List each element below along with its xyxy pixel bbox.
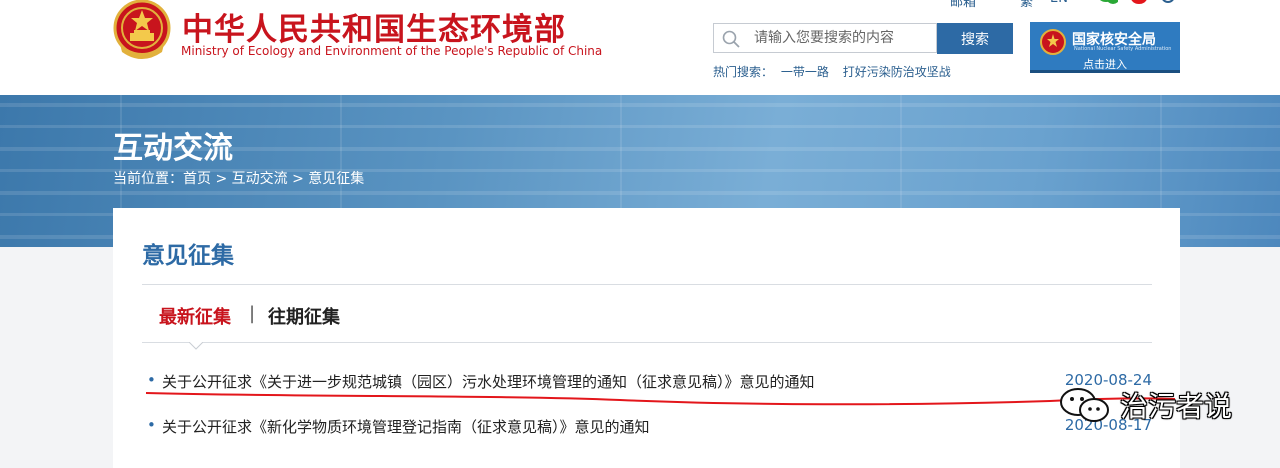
section-title: 意见征集 — [142, 243, 234, 269]
search-button[interactable]: 搜索 — [937, 23, 1013, 54]
item-title[interactable]: 关于公开征求《新化学物质环境管理登记指南（征求意见稿）》意见的通知 — [162, 416, 650, 437]
search-input[interactable] — [754, 27, 932, 49]
wechat-icon[interactable] — [1098, 0, 1119, 9]
hot-search-item[interactable]: 一带一路 — [781, 65, 829, 79]
national-emblem-icon — [1040, 29, 1066, 55]
hot-searches: 热门搜索： 一带一路 打好污染防治攻坚战 — [713, 63, 961, 80]
list-item[interactable]: • 关于公开征求《关于进一步规范城镇（园区）污水处理环境管理的通知（征求意见稿）… — [147, 371, 1152, 395]
hot-search-label: 热门搜索： — [713, 65, 774, 79]
search-box — [713, 23, 937, 53]
tab-separator: | — [249, 303, 256, 324]
nuclear-safety-enter: 点击进入 — [1083, 58, 1127, 71]
watermark-text: 治污者说 — [1120, 390, 1233, 423]
hot-search-item[interactable]: 打好污染防治攻坚战 — [843, 65, 951, 79]
site-header: 中华人民共和国生态环境部 Ministry of Ecology and Env… — [0, 0, 1280, 95]
divider — [142, 284, 1152, 285]
weibo-icon[interactable] — [1130, 0, 1148, 9]
nuclear-safety-banner-link[interactable]: 国家核安全局 National Nuclear Safety Administr… — [1030, 22, 1180, 73]
search-top-icon[interactable] — [1160, 0, 1178, 9]
search-icon — [722, 30, 740, 48]
list-item[interactable]: • 关于公开征求《新化学物质环境管理登记指南（征求意见稿）》意见的通知 2020… — [147, 416, 1152, 440]
tab-pointer-icon — [189, 342, 203, 350]
page-title: 互动交流 — [113, 131, 233, 166]
site-title-english: Ministry of Ecology and Environment of t… — [181, 44, 603, 58]
tab-underline — [142, 342, 1152, 343]
traditional-chinese-link[interactable]: 繁 — [1020, 0, 1033, 10]
nuclear-safety-english: National Nuclear Safety Administration — [1074, 46, 1172, 52]
item-title[interactable]: 关于公开征求《关于进一步规范城镇（园区）污水处理环境管理的通知（征求意见稿）》意… — [162, 371, 815, 392]
breadcrumb[interactable]: 当前位置：首页 > 互动交流 > 意见征集 — [113, 168, 364, 188]
national-emblem-icon[interactable] — [112, 0, 172, 62]
bullet-icon: • — [147, 416, 156, 434]
site-title[interactable]: 中华人民共和国生态环境部 — [182, 4, 566, 49]
wechat-watermark-icon — [1060, 388, 1109, 422]
mail-link[interactable]: 邮箱 — [950, 0, 976, 10]
content-card: 意见征集 最新征集 | 往期征集 • 关于公开征求《关于进一步规范城镇（园区）污… — [113, 208, 1180, 468]
tab-past[interactable]: 往期征集 — [268, 303, 340, 329]
bullet-icon: • — [147, 371, 156, 389]
english-link[interactable]: EN — [1050, 0, 1068, 6]
tab-latest[interactable]: 最新征集 — [159, 303, 231, 329]
